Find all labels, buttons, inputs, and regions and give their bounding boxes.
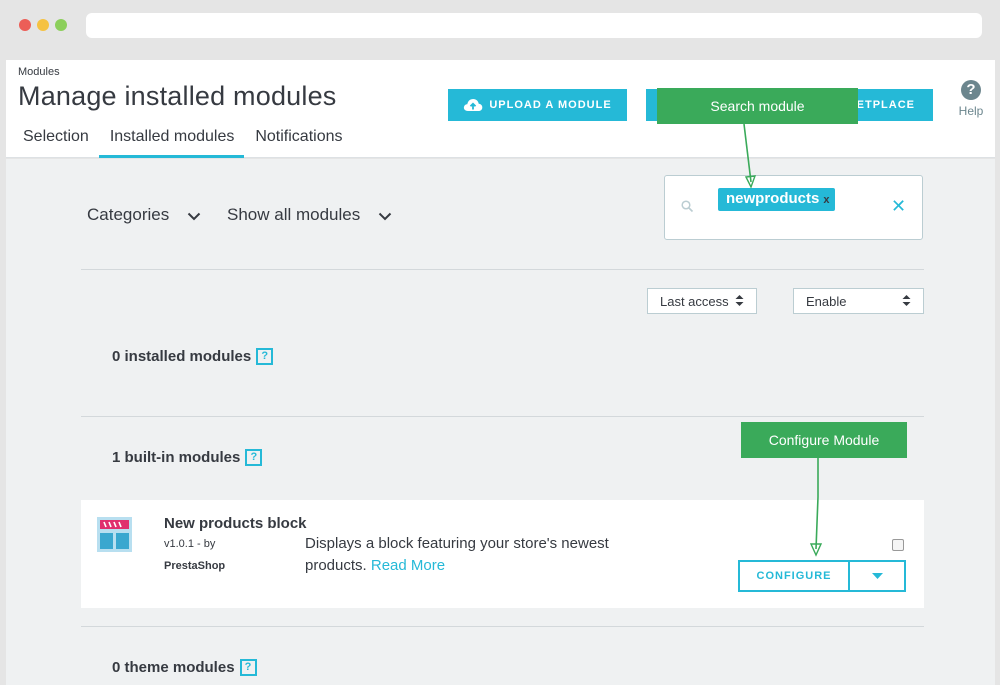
window-maximize-dot[interactable] <box>55 19 67 31</box>
upload-module-label: UPLOAD A MODULE <box>489 99 612 111</box>
theme-modules-heading: 0 theme modules ? <box>112 659 257 676</box>
upload-module-button[interactable]: UPLOAD A MODULE <box>448 89 627 121</box>
help-icon: ? <box>961 80 981 100</box>
show-all-modules-filter[interactable]: Show all modules <box>227 205 392 225</box>
breadcrumb[interactable]: Modules <box>18 66 60 78</box>
help-button[interactable]: ? Help <box>952 80 990 118</box>
divider <box>81 416 924 417</box>
sort-select-value: Last access <box>660 294 729 309</box>
divider <box>81 269 924 270</box>
status-select[interactable]: Enable <box>793 288 924 314</box>
window-minimize-dot[interactable] <box>37 19 49 31</box>
page-title: Manage installed modules <box>18 81 337 111</box>
configure-button[interactable]: CONFIGURE <box>738 560 850 592</box>
builtin-modules-count: 1 built-in modules <box>112 449 241 466</box>
tab-selection[interactable]: Selection <box>12 122 99 158</box>
divider <box>81 626 924 627</box>
configure-module-callout: Configure Module <box>741 422 907 458</box>
close-icon[interactable]: ✕ <box>891 196 906 217</box>
help-icon[interactable]: ? <box>245 449 263 466</box>
sort-arrows-icon <box>902 295 911 306</box>
categories-filter[interactable]: Categories <box>87 205 201 225</box>
module-description-text: Displays a block featuring your store's … <box>305 535 609 574</box>
chevron-down-icon <box>188 212 201 220</box>
categories-filter-label: Categories <box>87 205 170 224</box>
sort-select[interactable]: Last access <box>647 288 757 314</box>
help-icon[interactable]: ? <box>256 348 274 365</box>
search-tag[interactable]: newproducts x <box>718 188 836 211</box>
module-description: Displays a block featuring your store's … <box>305 533 655 577</box>
tab-bar: Selection Installed modules Notification… <box>12 122 353 158</box>
module-actions-dropdown[interactable] <box>850 560 906 592</box>
chevron-down-icon <box>379 212 392 220</box>
cloud-upload-icon <box>464 99 483 111</box>
search-icon <box>681 200 694 213</box>
builtin-modules-heading: 1 built-in modules ? <box>112 449 263 466</box>
module-card: New products block v1.0.1 - by PrestaSho… <box>81 500 924 608</box>
theme-modules-count: 0 theme modules <box>112 659 235 676</box>
search-tag-remove[interactable]: x <box>823 194 829 206</box>
tab-notifications[interactable]: Notifications <box>244 122 352 158</box>
module-name[interactable]: New products block <box>164 515 307 532</box>
tab-installed-modules[interactable]: Installed modules <box>98 122 245 158</box>
module-logo-icon <box>97 517 132 552</box>
search-module-callout: Search module <box>657 88 858 124</box>
help-label: Help <box>958 104 984 118</box>
module-author: PrestaShop <box>164 560 226 572</box>
window-close-dot[interactable] <box>19 19 31 31</box>
search-tag-label: newproducts <box>726 190 820 207</box>
address-bar[interactable] <box>86 13 982 38</box>
module-version: v1.0.1 - by <box>164 538 216 550</box>
sort-arrows-icon <box>735 295 744 306</box>
show-all-modules-label: Show all modules <box>227 205 361 224</box>
installed-modules-heading: 0 installed modules ? <box>112 348 274 365</box>
read-more-link[interactable]: Read More <box>371 557 445 574</box>
help-icon[interactable]: ? <box>239 659 257 676</box>
module-select-checkbox[interactable] <box>892 539 904 551</box>
module-search-box[interactable]: newproducts x ✕ <box>664 175 923 240</box>
caret-down-icon <box>871 573 883 579</box>
installed-modules-count: 0 installed modules <box>112 348 252 365</box>
status-select-value: Enable <box>806 294 847 309</box>
browser-chrome <box>0 0 1000 52</box>
